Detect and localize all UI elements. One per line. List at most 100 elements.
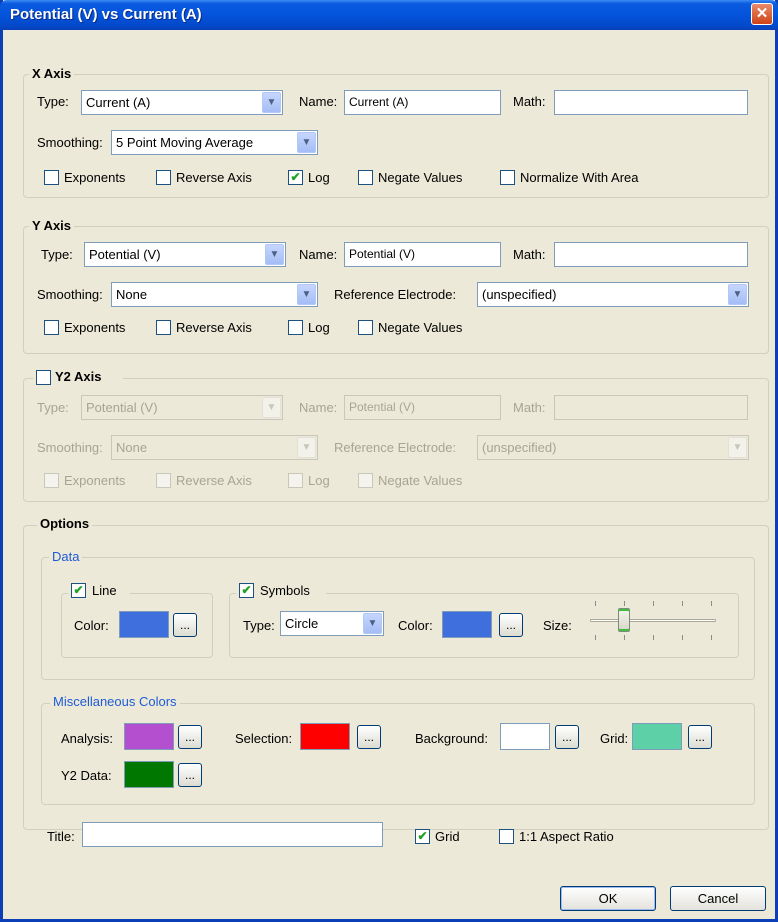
y2-log-checkbox[interactable] bbox=[288, 473, 303, 488]
x-log-label: Log bbox=[308, 170, 330, 185]
grid-checkbox[interactable]: ✔ bbox=[415, 829, 430, 844]
y-reverse-axis-label: Reverse Axis bbox=[176, 320, 252, 335]
title-field[interactable] bbox=[82, 822, 383, 847]
x-smoothing-select[interactable]: 5 Point Moving Average ▼ bbox=[111, 130, 318, 155]
chevron-down-icon[interactable]: ▼ bbox=[728, 284, 747, 305]
line-checkbox[interactable]: ✔ bbox=[71, 583, 86, 598]
chevron-down-icon[interactable]: ▼ bbox=[262, 397, 281, 418]
y-log-checkbox[interactable] bbox=[288, 320, 303, 335]
title-bar[interactable]: Potential (V) vs Current (A) ✕ bbox=[0, 0, 778, 30]
y-log-label: Log bbox=[308, 320, 330, 335]
y2-axis-checkbox[interactable] bbox=[36, 370, 51, 385]
x-name-label: Name: bbox=[299, 94, 338, 109]
y2-ref-label: Reference Electrode: bbox=[334, 440, 457, 455]
analysis-color-swatch[interactable] bbox=[124, 723, 174, 750]
y2-axis-heading-wrap: Y2 Axis bbox=[33, 369, 123, 387]
x-normalize-checkbox[interactable] bbox=[500, 170, 515, 185]
symbols-checkbox[interactable]: ✔ bbox=[239, 583, 254, 598]
misc-colors-heading: Miscellaneous Colors bbox=[50, 694, 180, 709]
y-name-field[interactable]: Potential (V) bbox=[344, 242, 501, 267]
slider-tick bbox=[711, 635, 712, 640]
slider-tick bbox=[682, 635, 683, 640]
x-type-select[interactable]: Current (A) ▼ bbox=[81, 90, 283, 115]
y-math-field[interactable] bbox=[554, 242, 748, 267]
background-label: Background: bbox=[415, 731, 488, 746]
x-name-field[interactable]: Current (A) bbox=[344, 90, 501, 115]
y2-reverse-axis-checkbox[interactable] bbox=[156, 473, 171, 488]
y2-ref-select[interactable]: (unspecified) ▼ bbox=[477, 435, 749, 460]
slider-tick bbox=[595, 601, 596, 606]
y2-math-field[interactable] bbox=[554, 395, 748, 420]
slider-tick bbox=[624, 601, 625, 606]
selection-color-swatch[interactable] bbox=[300, 723, 350, 750]
chevron-down-icon[interactable]: ▼ bbox=[297, 284, 316, 305]
grid-color-browse-button[interactable]: ... bbox=[688, 725, 712, 749]
misc-colors-group bbox=[41, 703, 755, 805]
y2-exponents-checkbox[interactable] bbox=[44, 473, 59, 488]
y-ref-select[interactable]: (unspecified) ▼ bbox=[477, 282, 749, 307]
analysis-color-browse-button[interactable]: ... bbox=[178, 725, 202, 749]
x-exponents-label: Exponents bbox=[64, 170, 126, 185]
y-smoothing-value: None bbox=[116, 287, 148, 302]
grid-color-swatch[interactable] bbox=[632, 723, 682, 750]
y2-smoothing-label: Smoothing: bbox=[37, 440, 103, 455]
background-color-browse-button[interactable]: ... bbox=[555, 725, 579, 749]
y2-ref-value: (unspecified) bbox=[482, 440, 557, 455]
x-reverse-axis-checkbox[interactable] bbox=[156, 170, 171, 185]
line-color-label: Color: bbox=[74, 618, 109, 633]
line-heading-wrap: ✔ Line bbox=[68, 582, 130, 600]
y-smoothing-label: Smoothing: bbox=[37, 287, 103, 302]
slider-tick bbox=[711, 601, 712, 606]
chevron-down-icon[interactable]: ▼ bbox=[297, 132, 316, 153]
chevron-down-icon[interactable]: ▼ bbox=[262, 92, 281, 113]
size-slider[interactable] bbox=[588, 598, 718, 642]
x-exponents-checkbox[interactable] bbox=[44, 170, 59, 185]
aspect-ratio-checkbox[interactable] bbox=[499, 829, 514, 844]
y-reverse-axis-checkbox[interactable] bbox=[156, 320, 171, 335]
y2-name-field[interactable]: Potential (V) bbox=[344, 395, 501, 420]
chevron-down-icon[interactable]: ▼ bbox=[265, 244, 284, 265]
slider-thumb[interactable] bbox=[618, 608, 630, 632]
cancel-button[interactable]: Cancel bbox=[670, 886, 766, 911]
y-negate-values-checkbox[interactable] bbox=[358, 320, 373, 335]
y-ref-label: Reference Electrode: bbox=[334, 287, 457, 302]
size-label: Size: bbox=[543, 618, 572, 633]
y2-type-value: Potential (V) bbox=[86, 400, 158, 415]
chevron-down-icon[interactable]: ▼ bbox=[297, 437, 316, 458]
y2data-color-browse-button[interactable]: ... bbox=[178, 763, 202, 787]
y-exponents-checkbox[interactable] bbox=[44, 320, 59, 335]
x-negate-values-checkbox[interactable] bbox=[358, 170, 373, 185]
symbol-type-label: Type: bbox=[243, 618, 275, 633]
y2-type-label: Type: bbox=[37, 400, 69, 415]
symbol-type-select[interactable]: Circle ▼ bbox=[280, 611, 384, 636]
x-axis-heading: X Axis bbox=[29, 66, 75, 81]
slider-tick bbox=[653, 601, 654, 606]
chevron-down-icon[interactable]: ▼ bbox=[363, 613, 382, 634]
line-color-browse-button[interactable]: ... bbox=[173, 613, 197, 637]
y2-type-select[interactable]: Potential (V) ▼ bbox=[81, 395, 283, 420]
symbol-color-browse-button[interactable]: ... bbox=[499, 613, 523, 637]
chevron-down-icon[interactable]: ▼ bbox=[728, 437, 747, 458]
y-smoothing-select[interactable]: None ▼ bbox=[111, 282, 318, 307]
analysis-label: Analysis: bbox=[61, 731, 114, 746]
symbol-color-swatch[interactable] bbox=[442, 611, 492, 638]
x-normalize-label: Normalize With Area bbox=[520, 170, 639, 185]
y2-negate-values-checkbox[interactable] bbox=[358, 473, 373, 488]
slider-tick bbox=[624, 635, 625, 640]
options-heading: Options bbox=[37, 516, 93, 531]
x-log-checkbox[interactable]: ✔ bbox=[288, 170, 303, 185]
y-negate-values-label: Negate Values bbox=[378, 320, 463, 335]
close-button[interactable]: ✕ bbox=[751, 3, 773, 25]
dialog-window: Potential (V) vs Current (A) ✕ X Axis Ty… bbox=[0, 0, 778, 922]
y2-smoothing-select[interactable]: None ▼ bbox=[111, 435, 318, 460]
x-math-field[interactable] bbox=[554, 90, 748, 115]
ok-button[interactable]: OK bbox=[560, 886, 656, 911]
line-color-swatch[interactable] bbox=[119, 611, 169, 638]
background-color-swatch[interactable] bbox=[500, 723, 550, 750]
y2data-color-swatch[interactable] bbox=[124, 761, 174, 788]
y2-math-label: Math: bbox=[513, 400, 546, 415]
selection-color-browse-button[interactable]: ... bbox=[357, 725, 381, 749]
x-type-value: Current (A) bbox=[86, 95, 151, 110]
y-type-select[interactable]: Potential (V) ▼ bbox=[84, 242, 286, 267]
slider-track bbox=[590, 619, 716, 622]
